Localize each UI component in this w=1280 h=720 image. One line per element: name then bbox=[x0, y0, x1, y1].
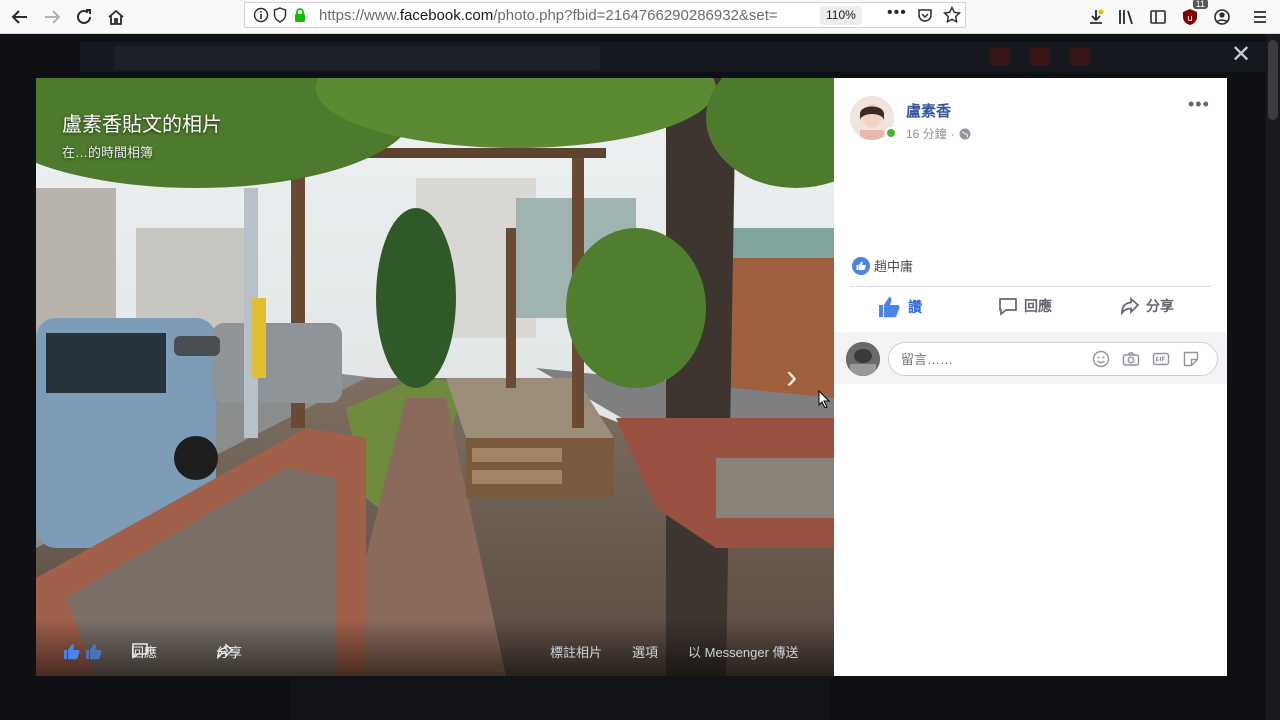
account-icon[interactable] bbox=[1208, 3, 1236, 31]
gif-icon[interactable] bbox=[1152, 350, 1170, 368]
thumbs-up-icon bbox=[64, 644, 102, 660]
photo-album-link[interactable]: 在…的時間相簿 bbox=[62, 142, 153, 161]
composer-tools bbox=[1092, 350, 1200, 368]
thumbs-up-icon bbox=[879, 297, 900, 318]
back-icon[interactable] bbox=[6, 3, 34, 31]
browser-toolbar: https://www.facebook.com/photo.php?fbid=… bbox=[0, 0, 1280, 34]
close-icon[interactable]: ✕ bbox=[1230, 43, 1252, 67]
options-link[interactable]: 選項 bbox=[632, 642, 658, 661]
extension-badge: 11 bbox=[1192, 0, 1208, 9]
comment-label: 回應 bbox=[1024, 298, 1052, 314]
comment-icon bbox=[132, 643, 148, 659]
share-icon bbox=[1121, 297, 1140, 316]
zoom-level[interactable]: 110% bbox=[820, 6, 862, 25]
share-button[interactable]: 分享 bbox=[1120, 296, 1174, 316]
share-icon bbox=[217, 643, 234, 660]
send-messenger-link[interactable]: 以 Messenger 傳送 bbox=[688, 642, 799, 661]
bookmark-star-icon[interactable] bbox=[943, 6, 961, 24]
dimmed-notifications-icon bbox=[1070, 48, 1090, 66]
home-icon[interactable] bbox=[102, 3, 130, 31]
dimmed-search bbox=[114, 46, 600, 70]
photo-action-bar: 回應 分享 標註相片 選項 以 Messenger 傳送 bbox=[36, 618, 834, 676]
next-photo-icon[interactable]: › bbox=[786, 358, 797, 397]
divider bbox=[850, 286, 1212, 287]
forward-icon[interactable] bbox=[38, 3, 66, 31]
sidebar-icon[interactable] bbox=[1144, 3, 1172, 31]
scrollbar[interactable] bbox=[1266, 34, 1280, 720]
photo-comment-button[interactable]: 回應 bbox=[131, 642, 157, 661]
photo-share-button[interactable]: 分享 bbox=[216, 642, 242, 661]
author-name[interactable]: 盧素香 bbox=[906, 100, 951, 121]
sticker-icon[interactable] bbox=[1182, 350, 1200, 368]
photo-title: 盧素香貼文的相片 bbox=[62, 114, 222, 136]
street-photo bbox=[36, 78, 834, 676]
tag-photo-link[interactable]: 標註相片 bbox=[550, 642, 602, 661]
viewer-avatar bbox=[846, 342, 880, 376]
menu-icon[interactable] bbox=[1246, 3, 1274, 31]
reload-icon[interactable] bbox=[70, 3, 98, 31]
liker-name[interactable]: 趙中庸 bbox=[874, 256, 913, 275]
library-icon[interactable] bbox=[1112, 3, 1140, 31]
page-actions-icon[interactable]: ••• bbox=[887, 4, 907, 22]
svg-text:u: u bbox=[1187, 14, 1193, 24]
comment-composer bbox=[834, 332, 1227, 384]
url-text[interactable]: https://www.facebook.com/photo.php?fbid=… bbox=[319, 7, 819, 24]
online-status-dot bbox=[885, 127, 897, 139]
comment-icon bbox=[999, 298, 1017, 316]
url-bar[interactable]: https://www.facebook.com/photo.php?fbid=… bbox=[244, 2, 966, 28]
more-options-icon[interactable]: ••• bbox=[1188, 94, 1210, 115]
mouse-cursor-icon bbox=[818, 390, 830, 408]
post-timestamp: 16 分鐘 · bbox=[906, 125, 971, 142]
pocket-icon[interactable] bbox=[917, 7, 933, 23]
like-reaction-icon bbox=[852, 256, 870, 275]
like-button[interactable]: 讚 bbox=[878, 296, 922, 318]
photo-viewer[interactable]: 盧素香貼文的相片 在…的時間相簿 › 回應 分享 標註相片 選項 以 Messe… bbox=[36, 78, 834, 676]
download-icon[interactable] bbox=[1082, 3, 1110, 31]
shield-icon[interactable] bbox=[273, 7, 287, 23]
dimmed-content bbox=[290, 676, 830, 720]
post-side-panel: 盧素香 16 分鐘 · ••• 趙中庸 讚 回應 分享 bbox=[834, 78, 1227, 676]
reactions-summary[interactable]: 趙中庸 bbox=[852, 256, 913, 275]
like-label: 讚 bbox=[908, 299, 922, 315]
comment-button[interactable]: 回應 bbox=[998, 296, 1052, 316]
share-label: 分享 bbox=[1146, 298, 1174, 314]
scrollbar-thumb[interactable] bbox=[1268, 40, 1278, 120]
info-icon[interactable] bbox=[253, 7, 269, 23]
dimmed-friends-icon bbox=[990, 48, 1010, 66]
ublock-icon[interactable]: u 11 bbox=[1176, 0, 1208, 31]
dimmed-messages-icon bbox=[1030, 48, 1050, 66]
globe-icon[interactable] bbox=[959, 128, 971, 140]
lock-icon bbox=[295, 8, 305, 22]
camera-icon[interactable] bbox=[1122, 350, 1140, 368]
emoji-icon[interactable] bbox=[1092, 350, 1110, 368]
post-time[interactable]: 16 分鐘 bbox=[906, 125, 947, 142]
